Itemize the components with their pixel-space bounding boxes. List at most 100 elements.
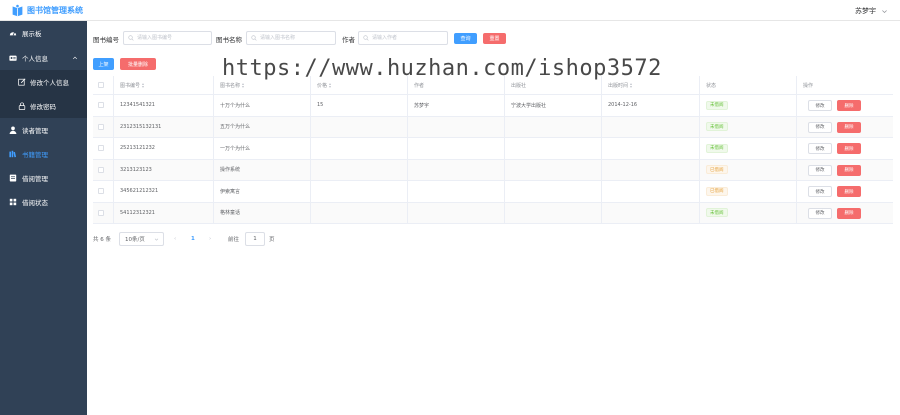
reset-button[interactable]: 重置: [483, 33, 506, 44]
search-bar: 图书编号 图书名称 作者 查询 重置: [93, 30, 893, 46]
sort-caret-icon[interactable]: [242, 82, 245, 88]
delete-button[interactable]: 删除: [837, 143, 861, 154]
add-book-button[interactable]: 上架: [93, 58, 114, 70]
sidebar-item-borrow-status[interactable]: 借阅状态: [0, 190, 87, 214]
row-checkbox[interactable]: [98, 102, 104, 109]
sidebar-item-readers[interactable]: 读者管理: [0, 118, 87, 142]
row-checkbox[interactable]: [98, 123, 104, 130]
edit-button[interactable]: 修改: [808, 143, 832, 154]
edit-button[interactable]: 修改: [808, 207, 832, 219]
book-name-search-input[interactable]: [246, 31, 336, 45]
cell-status: 未借阅: [701, 117, 728, 138]
cell-publisher: [506, 138, 511, 159]
cell-book-name: 一万个为什么: [220, 145, 251, 152]
grid-icon: [9, 198, 17, 206]
row-checkbox[interactable]: [98, 145, 104, 152]
cell-price: 15: [317, 102, 324, 109]
edit-icon: [18, 78, 26, 86]
delete-button[interactable]: 删除: [837, 121, 861, 133]
search-icon: [251, 35, 257, 41]
user-name: 苏梦宇: [855, 7, 876, 15]
status-badge: 已借阅: [706, 165, 728, 175]
edit-button[interactable]: 修改: [808, 121, 832, 133]
app-root: 图书馆管理系统 苏梦宇 展示板 个人信息 修改个人信息 修改密码 读者管理 书籍…: [0, 0, 900, 415]
cell-isbn: 12341541321: [120, 102, 155, 109]
sidebar-item-label: 修改个人信息: [30, 79, 69, 87]
sidebar: 展示板 个人信息 修改个人信息 修改密码 读者管理 书籍管理 借阅管理 借阅状态: [0, 21, 87, 415]
column-divider: [407, 76, 408, 224]
row-select-cell: [93, 95, 104, 116]
query-button[interactable]: 查询: [454, 33, 477, 44]
cell-publish-date: [603, 160, 608, 181]
cell-book-name: 十万个为什么: [220, 102, 251, 109]
column-divider: [504, 76, 505, 224]
sidebar-item-label: 书籍管理: [22, 151, 48, 159]
select-all-checkbox[interactable]: [98, 82, 104, 88]
author-label: 作者: [342, 36, 355, 44]
sidebar-item-change-password[interactable]: 修改密码: [0, 94, 87, 118]
row-checkbox[interactable]: [98, 166, 104, 173]
page-number-current[interactable]: 1: [191, 232, 195, 246]
row-checkbox[interactable]: [98, 188, 104, 195]
edit-button[interactable]: 修改: [808, 100, 832, 111]
sidebar-item-dashboard[interactable]: 展示板: [0, 21, 87, 45]
sort-caret-icon[interactable]: [329, 82, 332, 88]
column-divider: [213, 76, 214, 224]
cell-author: [409, 203, 414, 224]
cell-price: [312, 160, 317, 181]
row-select-cell: [93, 203, 104, 224]
user-menu[interactable]: 苏梦宇: [855, 6, 888, 16]
book-logo-icon: [12, 4, 23, 17]
status-badge: 未借阅: [706, 122, 728, 132]
column-divider: [310, 76, 311, 224]
isbn-search-input[interactable]: [123, 31, 212, 45]
cell-publisher: [506, 160, 511, 181]
row-checkbox[interactable]: [98, 209, 104, 216]
app-title: 图书馆管理系统: [27, 6, 83, 15]
sidebar-item-label: 借阅状态: [22, 199, 48, 207]
cell-book-name: 伊索寓言: [220, 188, 241, 195]
cell-book-name: 五万个为什么: [220, 124, 251, 131]
next-page-button[interactable]: ›: [209, 232, 211, 246]
sidebar-item-borrowing[interactable]: 借阅管理: [0, 166, 87, 190]
cell-author: [409, 160, 414, 181]
status-badge: 未借阅: [706, 143, 728, 153]
cell-publish-date: [603, 117, 608, 138]
cell-isbn: 3213123123: [120, 166, 152, 173]
app-logo[interactable]: 图书馆管理系统: [11, 4, 83, 17]
sidebar-item-profile[interactable]: 个人信息: [0, 46, 87, 70]
cell-author: [409, 181, 414, 202]
sidebar-item-books[interactable]: 书籍管理: [0, 142, 87, 166]
batch-delete-button[interactable]: 批量删除: [120, 58, 156, 70]
cell-publisher: [506, 181, 511, 202]
cell-author: 苏梦宇: [414, 102, 430, 109]
delete-button[interactable]: 删除: [837, 100, 861, 111]
cell-publish-date: 2014-12-16: [608, 102, 638, 109]
author-search-input[interactable]: [358, 31, 448, 45]
delete-button[interactable]: 删除: [837, 186, 861, 197]
cell-price: [312, 117, 317, 138]
cell-status: 未借阅: [701, 203, 728, 224]
delete-button[interactable]: 删除: [837, 207, 861, 219]
cell-status: 未借阅: [701, 138, 728, 159]
prev-page-button[interactable]: ‹: [174, 232, 176, 246]
edit-button[interactable]: 修改: [808, 164, 832, 176]
cell-publish-date: [603, 181, 608, 202]
header-select-cell: [93, 76, 104, 94]
header-isbn[interactable]: 图书编号: [115, 76, 145, 94]
cell-isbn: 25213121232: [120, 145, 155, 152]
goto-page-input[interactable]: 1: [245, 232, 265, 246]
cell-status: 已借阅: [701, 160, 728, 181]
page-size-select[interactable]: 10条/页: [119, 232, 164, 246]
row-select-cell: [93, 181, 104, 202]
sidebar-item-label: 读者管理: [22, 127, 48, 135]
sort-caret-icon[interactable]: [630, 82, 633, 88]
delete-button[interactable]: 删除: [837, 164, 861, 176]
row-select-cell: [93, 138, 104, 159]
books-icon: [9, 150, 17, 158]
books-table: 图书编号 图书名称 价格 作者 出版社 出版时间 状态 操作 123415413…: [93, 76, 893, 224]
sort-caret-icon[interactable]: [142, 82, 145, 88]
chevron-down-icon: [154, 238, 159, 241]
edit-button[interactable]: 修改: [808, 186, 832, 197]
sidebar-item-edit-profile[interactable]: 修改个人信息: [0, 70, 87, 94]
